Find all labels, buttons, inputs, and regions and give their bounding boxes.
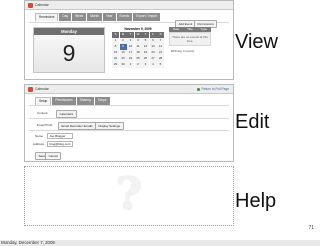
view-label: View bbox=[235, 31, 278, 53]
calendar-day[interactable]: 2 bbox=[119, 38, 127, 44]
sort-type-tab[interactable]: Type bbox=[201, 27, 208, 32]
calendar-day[interactable]: 21 bbox=[157, 50, 164, 56]
email-prefs-label: Email Prefs bbox=[37, 123, 53, 127]
calendar-day[interactable]: 4 bbox=[134, 38, 142, 44]
calendar-day[interactable]: 24 bbox=[127, 56, 134, 62]
mini-calendar: November 9, 2009 S M T W T F S 1 2 3 4 5 6 7 8 9 10 11 12 1… bbox=[112, 27, 164, 68]
calendar-day[interactable]: 8 bbox=[112, 44, 119, 50]
weekday-header: W bbox=[134, 32, 142, 38]
calendar-day[interactable]: 7 bbox=[157, 38, 164, 44]
page-number: 71 bbox=[308, 225, 314, 231]
edit-panel-title: Calendar bbox=[35, 87, 49, 91]
edit-label: Edit bbox=[235, 111, 270, 133]
day-name: Monday bbox=[34, 28, 104, 35]
no-events-message: There are no events at this time. bbox=[169, 32, 211, 46]
calendar-day[interactable]: 9 bbox=[119, 44, 127, 50]
weekday-header: T bbox=[127, 32, 134, 38]
calendar-day[interactable]: 28 bbox=[157, 56, 164, 62]
content-label: Content bbox=[37, 111, 48, 115]
calendar-day[interactable]: 17 bbox=[127, 50, 134, 56]
birthday-results: Birthday 0 results bbox=[171, 49, 195, 53]
edit-divider-2 bbox=[29, 118, 229, 119]
edit-divider-3 bbox=[29, 130, 229, 131]
calendar-day[interactable]: 30 bbox=[119, 62, 127, 68]
tab-scope[interactable]: Scope bbox=[94, 97, 110, 105]
calendar-day[interactable]: 22 bbox=[112, 56, 119, 62]
view-tabbar: Reminders Day Week Month Year Events Exp… bbox=[35, 13, 161, 21]
tab-month[interactable]: Month bbox=[87, 13, 103, 21]
cancel-button[interactable]: Cancel bbox=[45, 152, 62, 160]
calendar-day[interactable]: 27 bbox=[149, 56, 157, 62]
edit-tabbar: Setup Permissions Sharing Scope bbox=[35, 97, 110, 105]
tab-events[interactable]: Events bbox=[116, 13, 133, 21]
sort-title-tab[interactable]: Title bbox=[187, 27, 193, 32]
email-reminder-button[interactable]: Email Reminder Emails bbox=[58, 122, 97, 130]
calendar-day[interactable]: 2 bbox=[134, 62, 142, 68]
weekday-header: M bbox=[119, 32, 127, 38]
weekday-header: S bbox=[157, 32, 164, 38]
tab-reminders[interactable]: Reminders bbox=[35, 13, 59, 21]
calendar-day[interactable]: 29 bbox=[112, 62, 119, 68]
edit-panel: Calendar Return to Full Page Setup Permi… bbox=[24, 84, 234, 162]
name-field[interactable]: Joe Blogger bbox=[47, 133, 73, 139]
calendar-day[interactable]: 1 bbox=[112, 38, 119, 44]
view-panel-titlebar: Calendar bbox=[25, 1, 233, 10]
address-field[interactable]: blog@blog.com bbox=[47, 141, 73, 147]
help-label: Help bbox=[235, 190, 277, 212]
events-list-header: Date Title Type bbox=[169, 27, 211, 32]
calendar-day[interactable]: 10 bbox=[127, 44, 134, 50]
help-question-icon: ? bbox=[116, 169, 142, 220]
calendar-day[interactable]: 6 bbox=[149, 38, 157, 44]
view-panel: Calendar Reminders Day Week Month Year E… bbox=[24, 0, 234, 80]
tab-setup[interactable]: Setup bbox=[35, 97, 52, 105]
sort-date-tab[interactable]: Date bbox=[173, 27, 179, 32]
display-settings-button[interactable]: Display Settings bbox=[95, 122, 124, 130]
calendar-day[interactable]: 20 bbox=[149, 50, 157, 56]
calendar-day[interactable]: 14 bbox=[157, 44, 164, 50]
tab-export-import[interactable]: Export / Import bbox=[133, 13, 161, 21]
calendar-day[interactable]: 18 bbox=[134, 50, 142, 56]
calendar-day[interactable]: 1 bbox=[127, 62, 134, 68]
calendar-day[interactable]: 19 bbox=[142, 50, 149, 56]
day-card: Monday 9 bbox=[33, 27, 105, 73]
calendar-grid: S M T W T F S 1 2 3 4 5 6 7 8 9 10 11 12 13 14 15 16 17 18 19 20 21… bbox=[112, 32, 164, 68]
tab-sharing[interactable]: Sharing bbox=[76, 97, 94, 105]
return-to-full-page-link[interactable]: Return to Full Page bbox=[197, 85, 229, 94]
tab-week[interactable]: Week bbox=[72, 13, 87, 21]
calendar-day[interactable]: 16 bbox=[119, 50, 127, 56]
tab-year[interactable]: Year bbox=[103, 13, 116, 21]
calendar-day[interactable]: 3 bbox=[142, 62, 149, 68]
calendar-day[interactable]: 23 bbox=[119, 56, 127, 62]
calendar-day[interactable]: 5 bbox=[142, 38, 149, 44]
weekday-header: T bbox=[142, 32, 149, 38]
view-panel-title: Calendar bbox=[35, 3, 49, 7]
calendar-day[interactable]: 3 bbox=[127, 38, 134, 44]
tab-day[interactable]: Day bbox=[59, 13, 72, 21]
tab-permissions[interactable]: Permissions bbox=[52, 97, 76, 105]
events-list: Date Title Type There are no events at t… bbox=[169, 27, 211, 53]
calendar-day[interactable]: 11 bbox=[134, 44, 142, 50]
calendar-day[interactable]: 4 bbox=[149, 62, 157, 68]
address-label: Address bbox=[33, 142, 45, 146]
footer-date: Monday, December 7, 2009 bbox=[0, 240, 320, 246]
calendar-day[interactable]: 12 bbox=[142, 44, 149, 50]
name-label: Name bbox=[35, 134, 44, 138]
edit-divider bbox=[29, 105, 229, 106]
calendars-button[interactable]: Calendars bbox=[56, 110, 77, 118]
calendar-day[interactable]: 26 bbox=[142, 56, 149, 62]
slide: Calendar Reminders Day Week Month Year E… bbox=[0, 0, 320, 240]
calendar-day[interactable]: 5 bbox=[157, 62, 164, 68]
calendar-day[interactable]: 25 bbox=[134, 56, 142, 62]
help-panel: ? bbox=[24, 166, 234, 226]
calendar-icon bbox=[28, 87, 33, 92]
weekday-header: S bbox=[112, 32, 119, 38]
weekday-header: F bbox=[149, 32, 157, 38]
calendar-day[interactable]: 15 bbox=[112, 50, 119, 56]
calendar-day[interactable]: 13 bbox=[149, 44, 157, 50]
day-number: 9 bbox=[62, 40, 76, 66]
calendar-icon bbox=[28, 3, 33, 8]
edit-panel-titlebar: Calendar Return to Full Page bbox=[25, 85, 233, 94]
